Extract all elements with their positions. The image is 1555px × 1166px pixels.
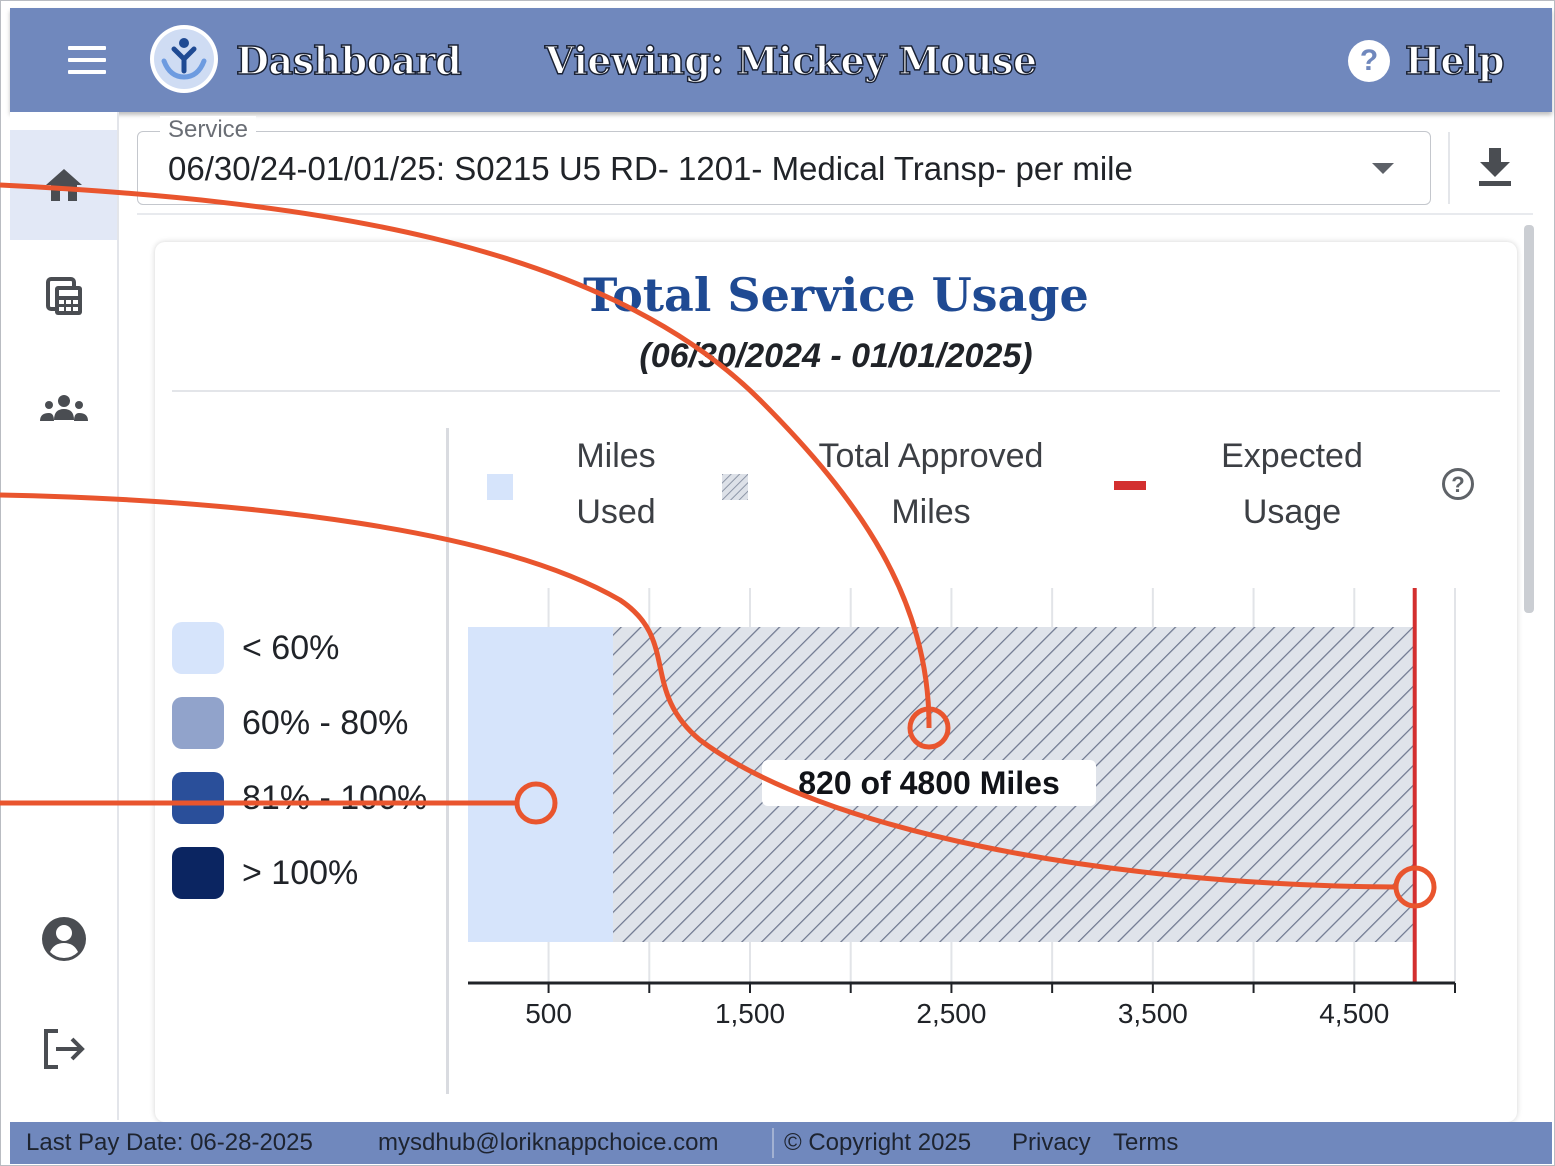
privacy-link[interactable]: Privacy [1012, 1129, 1091, 1157]
divider [772, 1128, 774, 1158]
usage-bar-chart: 500 1,500 2,500 3,500 4,500 820 of 4800 Mile… [468, 588, 1456, 1029]
x-tick-label: 2,500 [916, 998, 986, 1029]
x-tick-label: 500 [525, 998, 572, 1029]
x-tick-label: 3,500 [1118, 998, 1188, 1029]
support-email-link[interactable]: mysdhub@loriknappchoice.com [378, 1129, 719, 1157]
last-pay-date: Last Pay Date: 06-28-2025 [26, 1129, 313, 1156]
x-tick-label: 4,500 [1319, 998, 1389, 1029]
terms-link[interactable]: Terms [1113, 1129, 1178, 1157]
copyright: © Copyright 2025 [784, 1129, 972, 1156]
usage-annotation: 820 of 4800 Miles [798, 765, 1059, 801]
x-tick-label: 1,500 [715, 998, 785, 1029]
footer: Last Pay Date: 06-28-2025 mysdhub@lorikn… [10, 1122, 1552, 1164]
bar-miles-used [468, 627, 614, 942]
